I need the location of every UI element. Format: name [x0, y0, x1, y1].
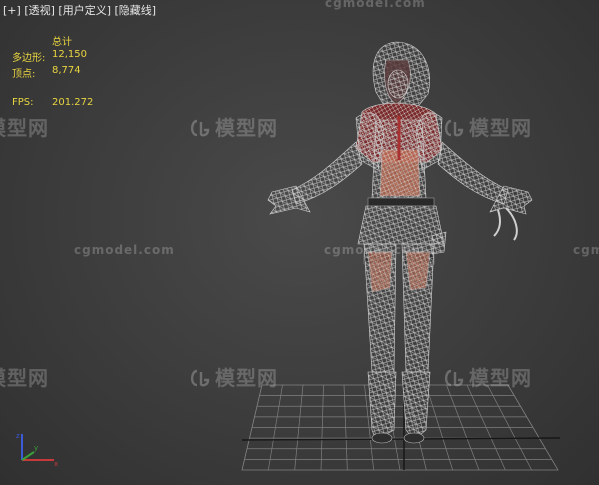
statistics-overlay: 总计 多边形: 12,150 顶点: 8,774 FPS: 201.272	[12, 33, 122, 113]
viewport-plus-menu[interactable]: [+]	[3, 4, 21, 17]
viewport-label-menu: [+] [透视] [用户定义] [隐藏线]	[3, 2, 156, 18]
viewport-view-menu[interactable]: [透视]	[24, 4, 55, 17]
stats-header: 总计	[52, 37, 72, 48]
svg-text:z: z	[16, 432, 20, 440]
fps-value: 201.272	[52, 97, 94, 108]
polygons-value: 12,150	[52, 49, 87, 60]
viewport-perspective[interactable]: cgmodel.com cgmodel.com cgmodel.com cgmo…	[0, 0, 599, 485]
wireframe-character[interactable]	[267, 41, 533, 444]
vertices-label: 顶点:	[12, 69, 36, 80]
svg-text:x: x	[54, 460, 58, 468]
viewport-shading-menu[interactable]: [用户定义]	[58, 4, 111, 17]
axis-gizmo-icon: z x y	[16, 432, 58, 468]
svg-text:y: y	[34, 444, 38, 452]
viewport-display-menu[interactable]: [隐藏线]	[115, 4, 157, 17]
polygons-label: 多边形:	[12, 53, 46, 64]
ground-grid	[241, 384, 561, 471]
vertices-value: 8,774	[52, 65, 81, 76]
fps-label: FPS:	[12, 97, 34, 108]
